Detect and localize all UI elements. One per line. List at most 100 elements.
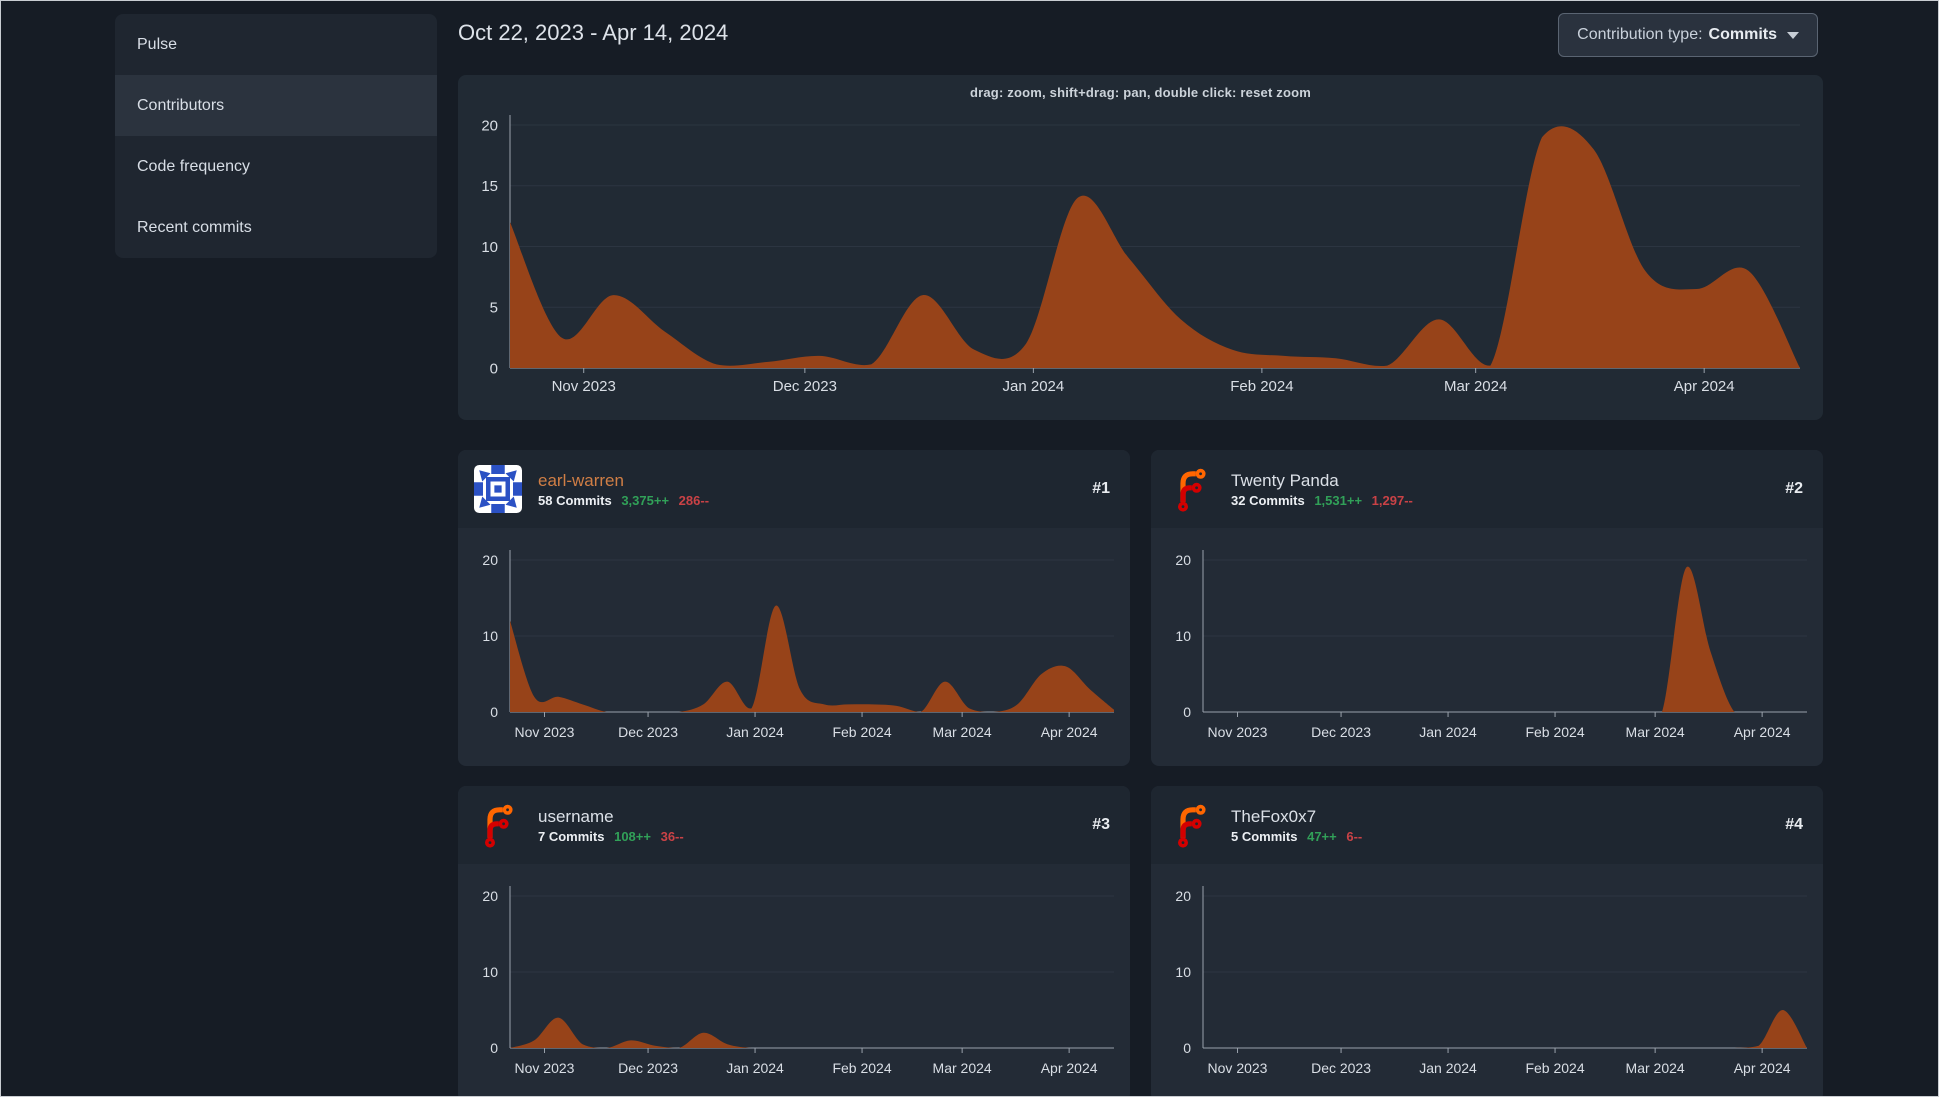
- commits-count: 58 Commits: [538, 493, 612, 508]
- overall-activity-chart[interactable]: 0 5 10 15 20 Nov 2023 Dec 2023 Jan 2024 Feb 2024…: [458, 75, 1823, 420]
- rank-badge: #2: [1785, 480, 1803, 497]
- overall-chart-card: drag: zoom, shift+drag: pan, double clic…: [458, 75, 1823, 420]
- svg-text:Nov 2023: Nov 2023: [552, 378, 616, 395]
- contributor-name[interactable]: earl-warren: [538, 470, 709, 491]
- contributor-activity-chart[interactable]: 0 10 20 Nov 2023 Dec 2023 Jan 2024 Feb 2024 Mar…: [1151, 864, 1823, 1097]
- rank-badge: #1: [1092, 480, 1110, 497]
- contributor-card-earl-warren: earl-warren 58 Commits 3,375++ 286-- #1 …: [458, 450, 1130, 766]
- svg-text:Apr 2024: Apr 2024: [1674, 378, 1735, 395]
- svg-text:20: 20: [482, 888, 498, 904]
- svg-text:Apr 2024: Apr 2024: [1041, 1060, 1098, 1076]
- chevron-down-icon: [1787, 31, 1799, 39]
- contributor-name: TheFox0x7: [1231, 807, 1317, 826]
- svg-text:0: 0: [490, 704, 498, 720]
- svg-text:0: 0: [1183, 1040, 1191, 1056]
- svg-text:Feb 2024: Feb 2024: [1525, 724, 1584, 740]
- repo-contributors-page: Pulse Contributors Code frequency Recent…: [0, 0, 1939, 1097]
- svg-text:Apr 2024: Apr 2024: [1734, 724, 1791, 740]
- deletions-count: 36--: [660, 829, 684, 844]
- svg-text:10: 10: [482, 964, 498, 980]
- svg-text:Feb 2024: Feb 2024: [832, 724, 891, 740]
- svg-text:20: 20: [482, 552, 498, 568]
- svg-text:Nov 2023: Nov 2023: [1208, 1060, 1268, 1076]
- deletions-count: 1,297--: [1371, 493, 1413, 508]
- svg-text:10: 10: [1175, 964, 1191, 980]
- svg-text:Nov 2023: Nov 2023: [515, 1060, 575, 1076]
- avatar-forgejo-logo: [1167, 465, 1215, 513]
- svg-text:Mar 2024: Mar 2024: [1626, 1060, 1685, 1076]
- contributor-meta: TheFox0x7 5 Commits 47++ 6--: [1231, 806, 1362, 844]
- svg-text:10: 10: [482, 628, 498, 644]
- contributor-meta: Twenty Panda 32 Commits 1,531++ 1,297--: [1231, 470, 1413, 508]
- svg-text:Mar 2024: Mar 2024: [933, 724, 992, 740]
- svg-text:Jan 2024: Jan 2024: [726, 724, 784, 740]
- svg-text:Nov 2023: Nov 2023: [1208, 724, 1268, 740]
- contributor-card-username: username 7 Commits 108++ 36-- #3 0 10 20 No…: [458, 786, 1130, 1097]
- sidebar-item-recent-commits[interactable]: Recent commits: [115, 197, 437, 258]
- contributor-activity-chart[interactable]: 0 10 20 Nov 2023 Dec 2023 Jan 2024 Feb 2024 Mar…: [1151, 528, 1823, 766]
- svg-text:10: 10: [1175, 628, 1191, 644]
- svg-text:20: 20: [1175, 888, 1191, 904]
- svg-text:Apr 2024: Apr 2024: [1734, 1060, 1791, 1076]
- svg-text:0: 0: [1183, 704, 1191, 720]
- contributor-meta: username 7 Commits 108++ 36--: [538, 806, 684, 844]
- svg-text:Jan 2024: Jan 2024: [1003, 378, 1065, 395]
- svg-text:Dec 2023: Dec 2023: [618, 1060, 678, 1076]
- contributor-stats: 7 Commits 108++ 36--: [538, 829, 684, 844]
- contribution-type-value: Commits: [1708, 26, 1777, 43]
- deletions-count: 286--: [678, 493, 710, 508]
- deletions-count: 6--: [1346, 829, 1363, 844]
- svg-text:20: 20: [481, 117, 498, 134]
- contributor-activity-chart[interactable]: 0 10 20 Nov 2023 Dec 2023 Jan 2024 Feb 2024 Mar…: [458, 528, 1130, 766]
- additions-count: 1,531++: [1314, 493, 1363, 508]
- contributor-name: username: [538, 807, 614, 826]
- avatar-forgejo-logo: [474, 801, 522, 849]
- svg-text:Apr 2024: Apr 2024: [1041, 724, 1098, 740]
- contributor-meta: earl-warren 58 Commits 3,375++ 286--: [538, 470, 709, 508]
- contributor-stats: 58 Commits 3,375++ 286--: [538, 493, 709, 508]
- additions-count: 3,375++: [621, 493, 670, 508]
- commits-count: 5 Commits: [1231, 829, 1298, 844]
- contribution-type-dropdown[interactable]: Contribution type: Commits: [1558, 13, 1818, 57]
- svg-text:Dec 2023: Dec 2023: [1311, 1060, 1371, 1076]
- contributor-card-header: username 7 Commits 108++ 36-- #3: [458, 786, 1130, 864]
- date-range-heading: Oct 22, 2023 - Apr 14, 2024: [458, 20, 729, 45]
- rank-badge: #4: [1785, 816, 1803, 833]
- contributor-name: Twenty Panda: [1231, 471, 1339, 490]
- contributor-card-header: Twenty Panda 32 Commits 1,531++ 1,297-- …: [1151, 450, 1823, 528]
- svg-text:Feb 2024: Feb 2024: [1525, 1060, 1584, 1076]
- svg-text:0: 0: [490, 1040, 498, 1056]
- contributor-card-twenty-panda: Twenty Panda 32 Commits 1,531++ 1,297-- …: [1151, 450, 1823, 766]
- sidebar-item-contributors[interactable]: Contributors: [115, 75, 437, 136]
- svg-text:Feb 2024: Feb 2024: [1230, 378, 1293, 395]
- contributor-stats: 32 Commits 1,531++ 1,297--: [1231, 493, 1413, 508]
- svg-text:Dec 2023: Dec 2023: [773, 378, 837, 395]
- commits-count: 7 Commits: [538, 829, 605, 844]
- svg-text:5: 5: [490, 300, 498, 317]
- svg-text:10: 10: [481, 239, 498, 256]
- avatar-identicon: [474, 465, 522, 513]
- svg-text:0: 0: [490, 360, 498, 377]
- svg-text:Dec 2023: Dec 2023: [1311, 724, 1371, 740]
- sidebar-menu: Pulse Contributors Code frequency Recent…: [115, 14, 437, 258]
- svg-text:Mar 2024: Mar 2024: [1626, 724, 1685, 740]
- svg-text:20: 20: [1175, 552, 1191, 568]
- svg-text:Dec 2023: Dec 2023: [618, 724, 678, 740]
- sidebar-item-code-frequency[interactable]: Code frequency: [115, 136, 437, 197]
- svg-text:Mar 2024: Mar 2024: [1444, 378, 1507, 395]
- svg-text:15: 15: [481, 178, 498, 195]
- commits-count: 32 Commits: [1231, 493, 1305, 508]
- svg-text:Jan 2024: Jan 2024: [726, 1060, 784, 1076]
- svg-text:Jan 2024: Jan 2024: [1419, 1060, 1477, 1076]
- contributor-activity-chart[interactable]: 0 10 20 Nov 2023 Dec 2023 Jan 2024 Feb 2024 Mar…: [458, 864, 1130, 1097]
- contributor-card-thefox0x7: TheFox0x7 5 Commits 47++ 6-- #4 0 10 20 Nov…: [1151, 786, 1823, 1097]
- contributor-card-header: TheFox0x7 5 Commits 47++ 6-- #4: [1151, 786, 1823, 864]
- rank-badge: #3: [1092, 816, 1110, 833]
- additions-count: 108++: [614, 829, 651, 844]
- svg-text:Mar 2024: Mar 2024: [933, 1060, 992, 1076]
- sidebar-item-pulse[interactable]: Pulse: [115, 14, 437, 75]
- contributor-card-header: earl-warren 58 Commits 3,375++ 286-- #1: [458, 450, 1130, 528]
- additions-count: 47++: [1307, 829, 1337, 844]
- contributor-stats: 5 Commits 47++ 6--: [1231, 829, 1362, 844]
- svg-text:Feb 2024: Feb 2024: [832, 1060, 891, 1076]
